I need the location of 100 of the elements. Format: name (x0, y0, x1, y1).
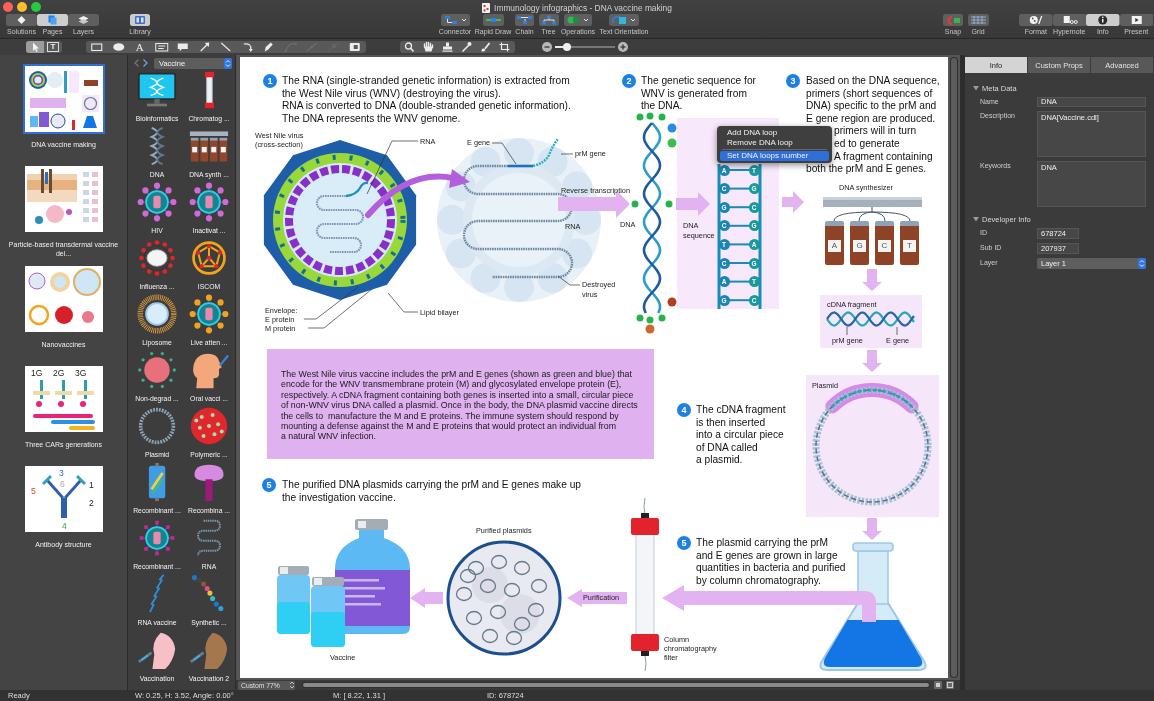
thumbnail-label: 5 (30, 486, 36, 496)
step-badge: 1 (263, 74, 277, 88)
page-view-icon[interactable] (946, 681, 954, 689)
leader-line (491, 142, 517, 165)
step-badge: 3 (786, 74, 800, 88)
thumbnail-label: 4 (61, 521, 67, 531)
virus-icon (189, 182, 229, 222)
step-badge: 5 (262, 478, 276, 492)
maximize-button[interactable] (31, 2, 41, 12)
vial-label: C (878, 239, 891, 252)
info-text: The West Nile virus vaccine includes the prM and E genes (shown as green and blue) that encode for the WNV transmembrane protein (M) and glycosylated envelope protein (E), respectively. A cDNA fragment containing both genes is inserted into a small, circular piece of non-WNV virus DNA called a plasmid. Once in the body, the DNA plasmid vaccine directs the cells to manufacture the M and E proteins. The immune system should respond by mounting a defense against the M and E proteins that would protect an individual from a natural WNV infection. (281, 369, 639, 442)
column-icon (203, 70, 215, 110)
handle-icon[interactable] (636, 314, 644, 322)
disclosure-triangle-icon[interactable] (973, 216, 979, 222)
zoom-out-icon[interactable] (542, 42, 552, 52)
left-arrow (410, 588, 443, 608)
vertical-scrollbar[interactable] (950, 57, 958, 678)
step-text: primers will in turn ed to generate A fragment containing (834, 125, 933, 164)
ring-icon (137, 406, 177, 446)
text-tool-button[interactable]: A (129, 41, 151, 53)
right-arrow (676, 192, 710, 216)
handle-icon[interactable] (631, 200, 639, 208)
handle-icon[interactable] (646, 112, 654, 120)
rotate-icon[interactable] (609, 14, 639, 26)
document-icon (482, 2, 491, 13)
palette-icon[interactable] (1019, 14, 1053, 26)
leader-line (560, 153, 574, 155)
grid-icon[interactable] (967, 14, 989, 26)
handle-icon[interactable] (658, 314, 666, 322)
step-text: The plasmid carrying the prM and E genes are grown in large quantities in bacteria and purified by column chromatography. (696, 537, 846, 588)
step-text: both the prM and E genes. (806, 163, 927, 176)
handle-icon[interactable] (667, 138, 677, 148)
virus-icon (189, 294, 229, 334)
handle-icon[interactable] (646, 316, 654, 324)
handle-icon[interactable] (658, 113, 666, 121)
step-text: Based on the DNA sequence, primers (short sequences of DNA) specific to the prM and E gene region are produced. (806, 75, 940, 126)
leader-line (366, 140, 419, 195)
arm-icon (137, 630, 177, 670)
thumbnail-label: 6 (59, 479, 65, 489)
pointer-icon[interactable] (26, 41, 44, 53)
handle-icon[interactable] (665, 200, 673, 208)
step-text: The RNA (single-stranded genetic information) is extracted from the West Nile virus (WNV) (destroying the virus). RNA is converted to DNA (double-stranded genetic information). The DNA represents the WNV genome. (282, 75, 571, 126)
antibody-drawing (41, 474, 86, 518)
menu-item[interactable]: Set DNA loops number (720, 150, 829, 161)
thumbnail-label: 2 (88, 498, 94, 508)
thumbnail-label: 1 (88, 480, 94, 490)
virus-icon (137, 238, 177, 278)
handle-icon[interactable] (636, 113, 644, 121)
bottle-drawing (277, 566, 310, 634)
handle-icon[interactable] (667, 123, 677, 133)
back-icon[interactable] (134, 59, 139, 67)
minimize-button[interactable] (17, 2, 27, 12)
magnet-icon[interactable] (943, 14, 963, 26)
handle-icon[interactable] (645, 324, 655, 334)
vial-label: T (903, 239, 916, 252)
page-view-icon[interactable] (934, 681, 942, 689)
helix-icon (148, 126, 166, 166)
right-arrow (558, 190, 630, 218)
menu-item[interactable]: Remove DNA loop (720, 137, 829, 148)
handle-icon[interactable] (667, 297, 677, 307)
zoom-in-icon[interactable] (618, 42, 628, 52)
chain-icon[interactable] (515, 14, 534, 26)
leader-line (557, 275, 581, 286)
leader-line (846, 326, 848, 336)
horizontal-scrollbar[interactable] (302, 682, 930, 688)
down-arrow (862, 269, 882, 291)
connector-icon[interactable] (440, 14, 470, 26)
info-icon[interactable] (1086, 14, 1120, 26)
device-icon (147, 462, 167, 502)
play-icon[interactable] (1119, 14, 1153, 26)
menu-item[interactable]: Add DNA loop (720, 127, 829, 138)
right-arrow (782, 191, 804, 213)
stepper-icon (1138, 258, 1146, 269)
thumbnail-label: 2G (52, 368, 64, 378)
virus-icon (137, 182, 177, 222)
layers-icon[interactable] (68, 14, 99, 26)
leader-line (387, 292, 419, 313)
down-arrow (862, 518, 882, 540)
step-badge: 2 (622, 74, 636, 88)
disclosure-triangle-icon[interactable] (973, 85, 979, 91)
thumbnail-label: 3 (58, 468, 64, 478)
virus-icon (137, 518, 177, 558)
leader-line (896, 326, 898, 336)
thumbnail-label: 1G (30, 368, 42, 378)
book-icon[interactable] (130, 14, 150, 26)
stepper-icon (224, 57, 232, 69)
slider-thumb[interactable] (563, 43, 571, 51)
forward-icon[interactable] (143, 59, 148, 67)
liposome-icon (137, 294, 177, 334)
tree-icon[interactable] (538, 14, 559, 26)
step-badge: 5 (677, 536, 691, 550)
vial-label: G (853, 239, 866, 252)
step-badge: 4 (677, 403, 691, 417)
cage-icon (189, 238, 229, 278)
text-frame-tool-button[interactable]: T (47, 42, 59, 52)
close-button[interactable] (3, 2, 13, 12)
note-icon[interactable] (1052, 14, 1086, 26)
leader-line (303, 286, 359, 320)
circles-icon[interactable] (564, 14, 592, 26)
step-text: The genetic sequence for WNV is generated from the DNA. (641, 75, 756, 113)
